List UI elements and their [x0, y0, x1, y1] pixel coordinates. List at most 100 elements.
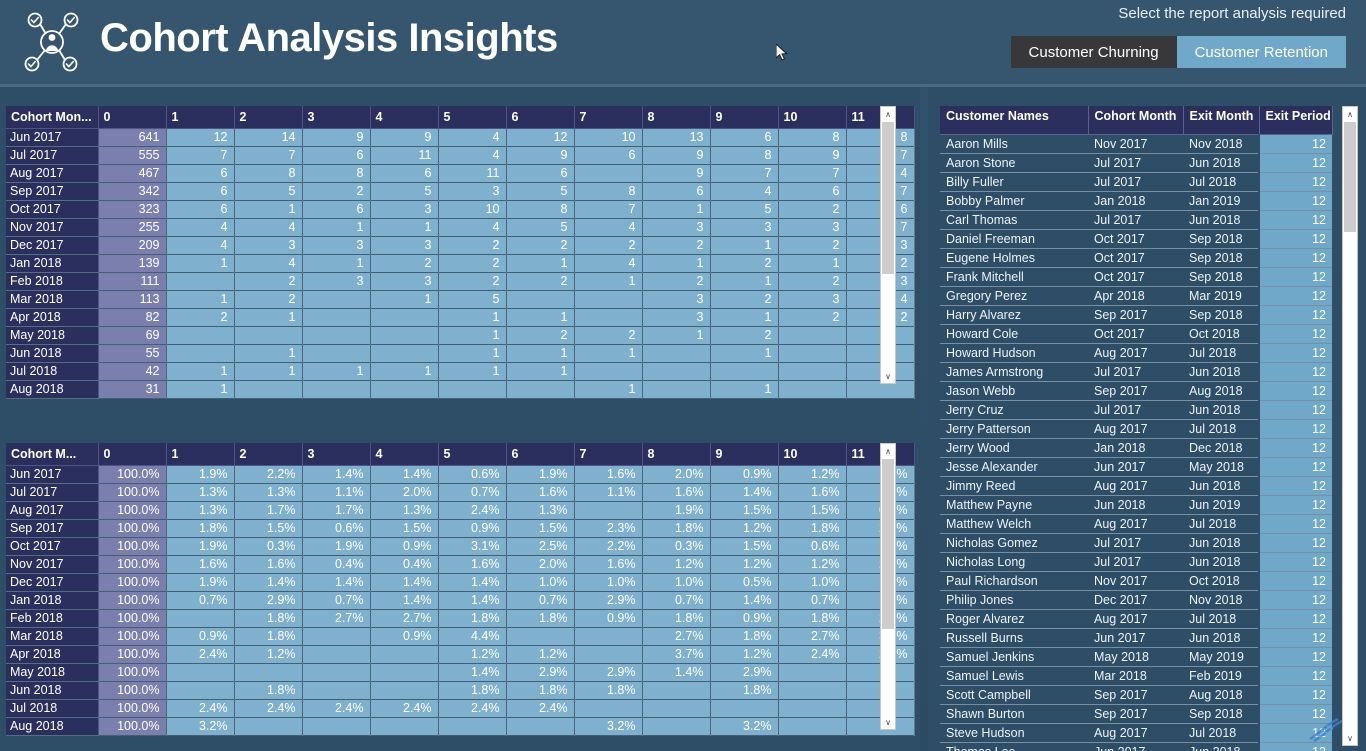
cohort-month-cell[interactable]: Dec 2017 [1088, 590, 1183, 610]
row-header-cohort-month[interactable]: Aug 2018 [6, 380, 99, 399]
matrix-cell[interactable]: 6 [506, 164, 575, 183]
matrix-cell[interactable] [302, 717, 371, 736]
customer-name-cell[interactable]: Howard Cole [940, 324, 1088, 344]
matrix-cell[interactable]: 0.4% [370, 555, 439, 574]
matrix-cell[interactable]: 2 [710, 290, 779, 309]
customer-retention-button[interactable]: Customer Retention [1176, 36, 1346, 68]
row-header-cohort-month[interactable]: Aug 2018 [6, 717, 99, 736]
matrix-cell[interactable] [302, 663, 371, 682]
exit-period-cell[interactable]: 12 [1258, 248, 1332, 268]
exit-period-cell[interactable]: 12 [1258, 457, 1332, 477]
matrix-cell[interactable]: 1.8% [574, 681, 643, 700]
matrix-cell[interactable]: 4 [166, 218, 235, 237]
cohort-month-cell[interactable]: Oct 2017 [1088, 267, 1183, 287]
matrix-cell[interactable]: 9 [302, 128, 371, 147]
table-row[interactable]: Harry Alvarez Sep 2017 Sep 2018 12 [940, 305, 1332, 325]
matrix-cell[interactable]: 8 [302, 164, 371, 183]
customer-name-cell[interactable]: Jerry Wood [940, 438, 1088, 458]
matrix-cell[interactable]: 100.0% [98, 501, 167, 520]
matrix-cell[interactable]: 3 [778, 290, 847, 309]
matrix-cell[interactable]: 100.0% [98, 663, 167, 682]
matrix-cell[interactable]: 6 [642, 182, 711, 201]
matrix-cell[interactable] [234, 717, 303, 736]
exit-month-cell[interactable]: Jun 2018 [1183, 742, 1259, 751]
table-row[interactable]: Samuel Lewis Mar 2018 Feb 2019 12 [940, 666, 1332, 686]
matrix-cell[interactable]: 1.6% [642, 483, 711, 502]
exit-period-cell[interactable]: 12 [1258, 666, 1332, 686]
table-row[interactable]: Gregory Perez Apr 2018 Mar 2019 12 [940, 286, 1332, 306]
table-row[interactable]: May 201869122121 [6, 326, 915, 345]
matrix-cell[interactable]: 8 [778, 128, 847, 147]
column-header-period-4[interactable]: 4 [370, 106, 439, 129]
exit-period-cell[interactable]: 12 [1258, 343, 1332, 363]
column-header-period-1[interactable]: 1 [166, 106, 235, 129]
matrix-cell[interactable]: 6 [166, 164, 235, 183]
column-header-period-9[interactable]: 9 [710, 443, 779, 466]
matrix-cell[interactable]: 9 [642, 164, 711, 183]
matrix-cell[interactable]: 0.5% [710, 573, 779, 592]
matrix-cell[interactable]: 2.4% [370, 699, 439, 718]
matrix-cell[interactable]: 3 [642, 308, 711, 327]
matrix-cell[interactable] [302, 308, 371, 327]
table-row[interactable]: Aaron Stone Jul 2017 Jun 2018 12 [940, 153, 1332, 173]
exit-period-cell[interactable]: 12 [1258, 723, 1332, 743]
matrix-cell[interactable]: 1 [574, 272, 643, 291]
matrix-cell[interactable]: 1.3% [166, 501, 235, 520]
matrix-cell[interactable]: 1 [234, 308, 303, 327]
matrix-cell[interactable]: 42 [98, 362, 167, 381]
matrix-cell[interactable]: 139 [98, 254, 167, 273]
matrix-cell[interactable]: 555 [98, 146, 167, 165]
exit-month-cell[interactable]: Sep 2018 [1183, 229, 1259, 249]
exit-period-cell[interactable]: 12 [1258, 267, 1332, 287]
matrix-cell[interactable]: 2 [302, 182, 371, 201]
matrix-cell[interactable]: 1.6% [166, 555, 235, 574]
matrix-cell[interactable]: 100.0% [98, 627, 167, 646]
matrix-cell[interactable] [574, 645, 643, 664]
row-header-cohort-month[interactable]: Dec 2017 [6, 236, 99, 255]
matrix-cell[interactable]: 1.6% [574, 465, 643, 484]
cohort-month-cell[interactable]: Aug 2017 [1088, 514, 1183, 534]
table-row[interactable]: Nicholas Gomez Jul 2017 Jun 2018 12 [940, 533, 1332, 553]
exit-period-cell[interactable]: 12 [1258, 324, 1332, 344]
exit-month-cell[interactable]: Sep 2018 [1183, 704, 1259, 724]
matrix-cell[interactable]: 14 [234, 128, 303, 147]
row-header-cohort-month[interactable]: Jun 2018 [6, 344, 99, 363]
matrix-cell[interactable]: 1.5% [710, 501, 779, 520]
table-row[interactable]: Jan 2018 100.0% 0.7% 2.9% 0.7% 1.4% 1.4% 0.7% 2.… [6, 591, 915, 610]
matrix-cell[interactable]: 1.5% [370, 519, 439, 538]
matrix-cell[interactable] [302, 344, 371, 363]
matrix-cell[interactable]: 1 [506, 254, 575, 273]
matrix-cell[interactable]: 1.4% [438, 591, 507, 610]
matrix-cell[interactable]: 12 [166, 128, 235, 147]
cohort-month-cell[interactable]: Aug 2017 [1088, 419, 1183, 439]
matrix-cell[interactable]: 1 [710, 308, 779, 327]
matrix-cell[interactable]: 2.9% [574, 591, 643, 610]
matrix-cell[interactable]: 0.9% [438, 519, 507, 538]
matrix-cell[interactable]: 1.4% [370, 465, 439, 484]
table-row[interactable]: Jul 2018 100.0% 2.4% 2.4% 2.4% 2.4% 2.4% 2.4% [6, 699, 915, 718]
matrix-cell[interactable]: 9 [778, 146, 847, 165]
matrix-cell[interactable] [370, 645, 439, 664]
row-header-cohort-month[interactable]: Jun 2017 [6, 128, 99, 147]
matrix-cell[interactable]: 1 [710, 380, 779, 399]
matrix-cell[interactable]: 0.9% [370, 627, 439, 646]
matrix-cell[interactable]: 2.4% [302, 699, 371, 718]
table-row[interactable]: Oct 2017 100.0% 1.9% 0.3% 1.9% 0.9% 3.1% 2.5% 2.… [6, 537, 915, 556]
matrix-cell[interactable] [166, 344, 235, 363]
customer-name-cell[interactable]: Carl Thomas [940, 210, 1088, 230]
table-row[interactable]: Nov 2017 100.0% 1.6% 1.6% 0.4% 0.4% 1.6% 2.0% 1.… [6, 555, 915, 574]
matrix-cell[interactable]: 3 [642, 218, 711, 237]
matrix-cell[interactable]: 4 [234, 254, 303, 273]
matrix-cell[interactable]: 2.4% [166, 699, 235, 718]
matrix-cell[interactable] [370, 380, 439, 399]
customer-name-cell[interactable]: Bobby Palmer [940, 191, 1088, 211]
matrix-cell[interactable]: 4 [710, 182, 779, 201]
row-header-cohort-month[interactable]: May 2018 [6, 326, 99, 345]
matrix-cell[interactable] [302, 627, 371, 646]
column-header-period-8[interactable]: 8 [642, 443, 711, 466]
row-header-cohort-month[interactable]: May 2018 [6, 663, 99, 682]
matrix-cell[interactable]: 1.3% [506, 501, 575, 520]
matrix-cell[interactable]: 1 [642, 254, 711, 273]
matrix-cell[interactable]: 1.6% [506, 483, 575, 502]
table-row[interactable]: Jerry Patterson Aug 2017 Jul 2018 12 [940, 419, 1332, 439]
